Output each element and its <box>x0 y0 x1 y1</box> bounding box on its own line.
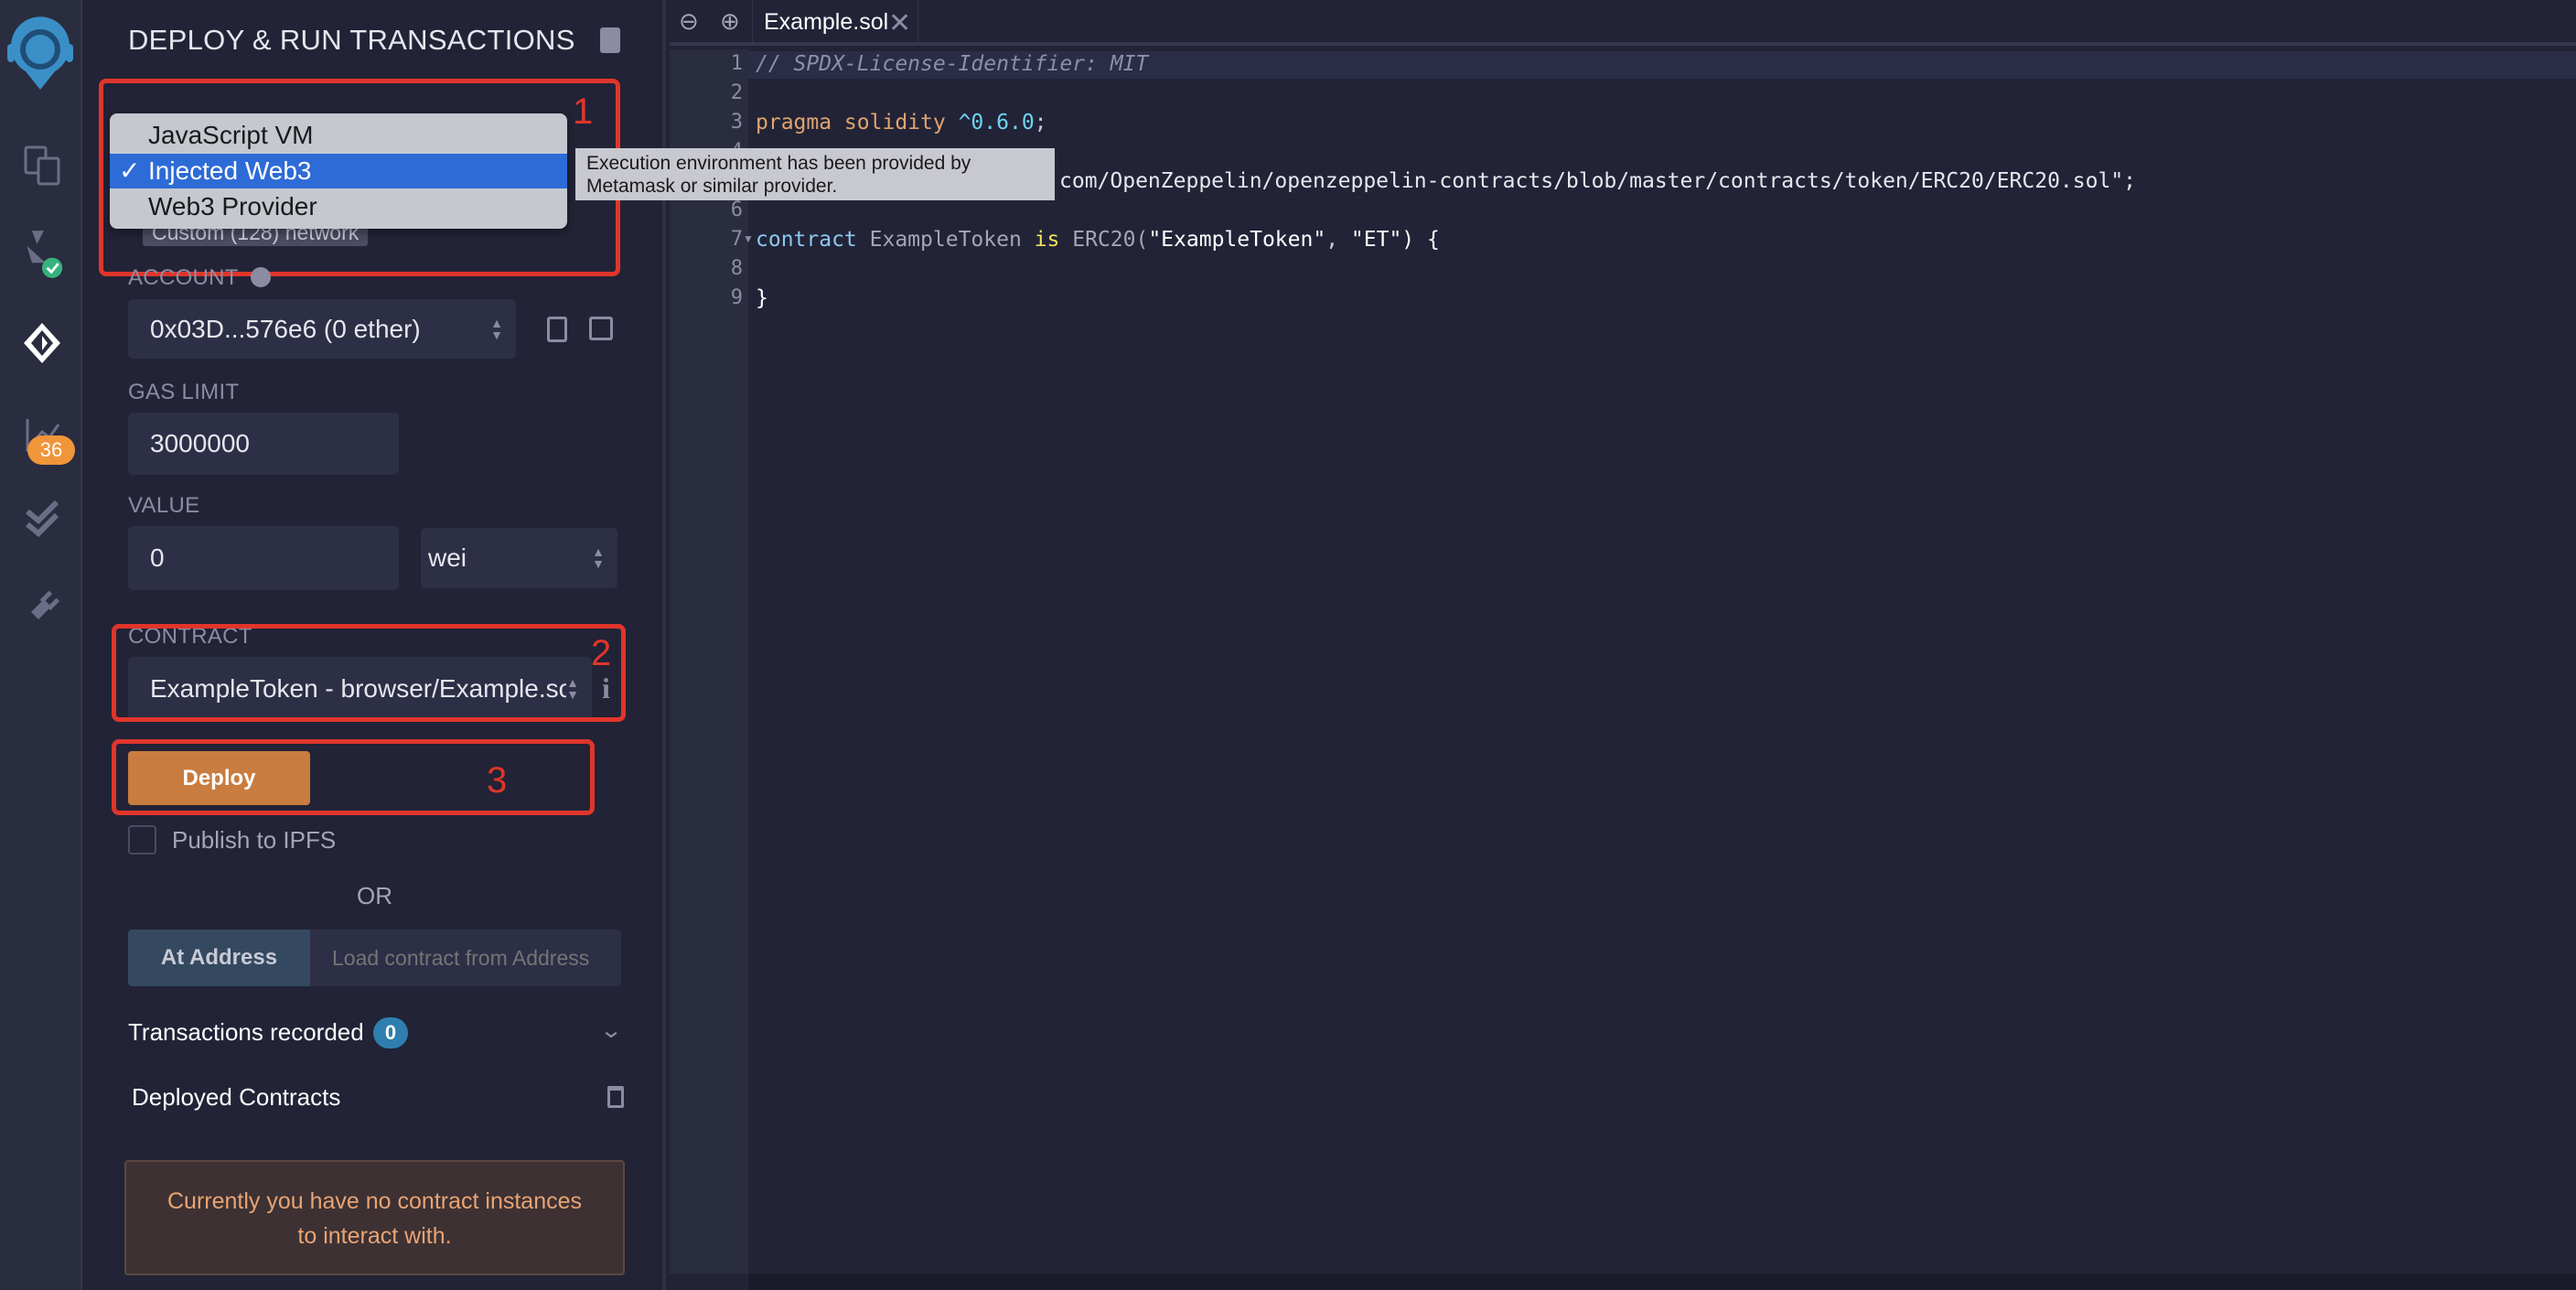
or-divider: OR <box>357 882 392 909</box>
copy-icon[interactable] <box>547 317 567 342</box>
publish-ipfs-checkbox[interactable] <box>128 825 156 855</box>
gas-limit-label: GAS LIMIT <box>128 380 240 404</box>
environment-tooltip: Execution environment has been provided … <box>575 148 1055 200</box>
deploy-run-icon[interactable] <box>20 321 64 365</box>
annotation-number-1: 1 <box>573 91 594 132</box>
tab-example-sol[interactable]: Example.sol ✕ <box>752 0 918 46</box>
keyword: pragma solidity <box>756 111 946 134</box>
code-line-9: } <box>756 286 768 310</box>
value-unit-select[interactable]: wei ▲ ▼ <box>421 528 617 588</box>
punct: ; <box>1034 111 1047 134</box>
remix-logo-icon[interactable] <box>2 16 79 93</box>
plugin-manager-icon[interactable] <box>20 585 64 629</box>
unit-testing-icon[interactable] <box>20 497 64 541</box>
edit-icon[interactable] <box>589 317 613 340</box>
line-number: 9 <box>730 286 743 309</box>
transactions-count-badge: 0 <box>373 1017 408 1048</box>
annotation-number-2: 2 <box>591 633 612 673</box>
account-select[interactable]: 0x03D...576e6 (0 ether) ▲ ▼ <box>128 299 516 359</box>
annotation-box-1 <box>99 79 620 276</box>
address-input[interactable] <box>310 930 621 986</box>
keyword: contract <box>756 228 857 252</box>
string: "ExampleToken" <box>1148 228 1326 252</box>
value-label: VALUE <box>128 493 200 518</box>
annotation-number-3: 3 <box>487 760 508 801</box>
line-number: 6 <box>730 199 743 221</box>
zoom-in-icon[interactable]: ⊕ <box>720 7 740 36</box>
gas-limit-input[interactable]: 3000000 <box>128 413 399 475</box>
code-line-7: contract ExampleToken is ERC20("ExampleT… <box>756 228 1440 252</box>
tab-bar <box>670 0 2576 46</box>
code-line-5: com/OpenZeppelin/openzeppelin-contracts/… <box>1059 169 2137 193</box>
account-label: ACCOUNT <box>128 265 239 290</box>
zoom-out-icon[interactable]: ⊖ <box>679 7 699 36</box>
line-number: 3 <box>730 111 743 134</box>
close-tab-icon[interactable]: ✕ <box>888 7 911 39</box>
solidity-compiler-icon[interactable] <box>20 231 64 278</box>
tab-label: Example.sol <box>764 9 889 35</box>
line-number: 1 <box>730 52 743 75</box>
no-instances-alert: Currently you have no contract instances… <box>124 1160 625 1275</box>
info-icon[interactable] <box>251 267 271 287</box>
version: ^0.6.0 <box>958 111 1035 134</box>
select-arrows-icon: ▲ ▼ <box>592 544 605 571</box>
punct: , <box>1326 228 1351 252</box>
trash-icon[interactable] <box>607 1086 624 1108</box>
string: "ET" <box>1350 228 1402 252</box>
analysis-badge: 36 <box>27 435 75 465</box>
chevron-down-icon[interactable]: ⌄ <box>599 1017 623 1044</box>
account-value: 0x03D...576e6 (0 ether) <box>150 314 421 343</box>
code-line-3: pragma solidity ^0.6.0; <box>756 111 1047 134</box>
value-input[interactable]: 0 <box>128 526 399 590</box>
punct: ) { <box>1401 228 1440 252</box>
annotation-box-2 <box>112 624 626 722</box>
unit-value: wei <box>428 543 467 572</box>
horizontal-scrollbar <box>748 1274 2576 1290</box>
file-explorer-icon[interactable] <box>20 144 64 188</box>
code-line-1: // SPDX-License-Identifier: MIT <box>756 52 1149 76</box>
annotation-box-3 <box>112 739 595 815</box>
documentation-icon[interactable] <box>600 27 620 53</box>
line-number: 8 <box>730 257 743 280</box>
line-number: 7 <box>730 228 743 251</box>
deployed-contracts-label: Deployed Contracts <box>132 1083 341 1111</box>
transactions-recorded-label: Transactions recorded <box>128 1018 364 1046</box>
line-number: 2 <box>730 81 743 104</box>
fold-arrow-icon[interactable]: ▼ <box>743 232 754 245</box>
at-address-button[interactable]: At Address <box>128 930 310 986</box>
select-arrows-icon: ▲ ▼ <box>490 315 503 342</box>
page-title: DEPLOY & RUN TRANSACTIONS <box>128 24 575 56</box>
keyword: is <box>1034 228 1060 252</box>
identifier: ERC20( <box>1072 228 1149 252</box>
publish-ipfs-label: Publish to IPFS <box>172 826 337 854</box>
identifier: ExampleToken <box>869 228 1022 252</box>
icon-bar: 36 <box>0 0 82 1290</box>
